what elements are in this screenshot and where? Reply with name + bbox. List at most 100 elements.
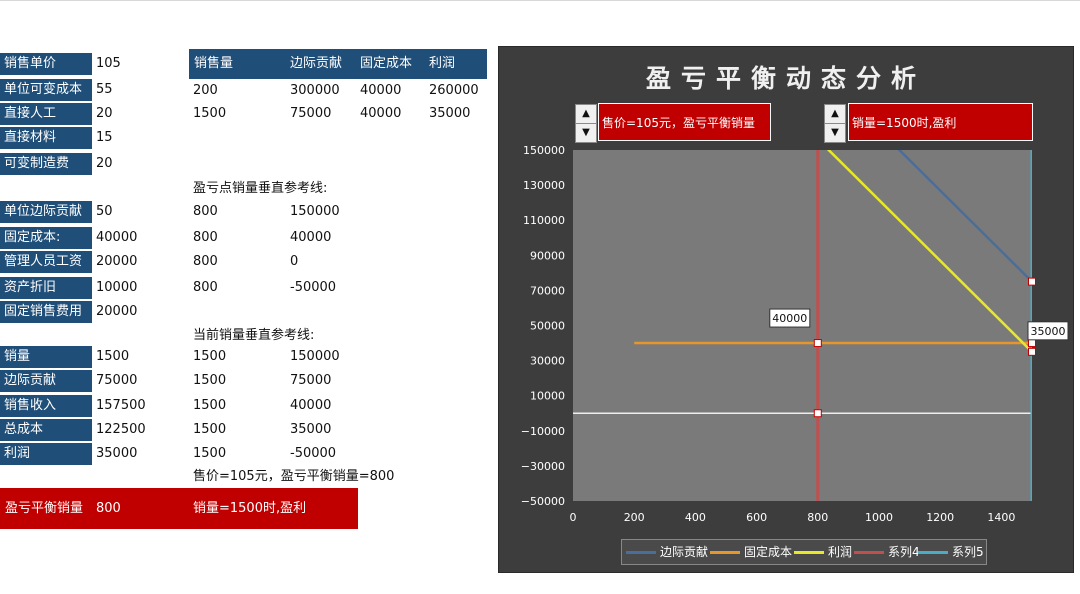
ref-amount: 35000 [290, 422, 332, 437]
table-cell: 260000 [429, 83, 479, 98]
table-cell: 300000 [290, 83, 340, 98]
breakeven-result-bar: 盈亏平衡销量 800 销量=1500时,盈利 [0, 488, 358, 529]
volume-info-box: 销量=1500时,盈利 [848, 103, 1033, 141]
x-tick-label: 600 [746, 511, 767, 524]
y-tick-label: 130000 [523, 179, 565, 192]
param-value: 122500 [96, 422, 146, 437]
y-tick-label: 50000 [530, 320, 565, 333]
param-value: 20000 [96, 304, 138, 319]
ref-amount: 75000 [290, 373, 332, 388]
top-border [0, 0, 1080, 1]
param-label: 直接人工 [0, 103, 92, 125]
param-label: 固定成本: [0, 227, 92, 249]
table-cell: 75000 [290, 106, 332, 121]
param-value: 20 [96, 106, 113, 121]
y-tick-label: −10000 [521, 425, 565, 438]
param-label: 销售单价 [0, 53, 92, 75]
profit-status: 销量=1500时,盈利 [193, 501, 307, 516]
header-sales-volume: 销售量 [194, 56, 234, 71]
volume-spin-up-button[interactable]: ▲ [824, 104, 846, 124]
ref-volume: 1500 [193, 446, 227, 461]
header-marginal-contribution: 边际贡献 [290, 56, 343, 71]
series-marker [1028, 347, 1036, 356]
price-info-box: 售价=105元，盈亏平衡销量=800 [598, 103, 771, 168]
y-tick-label: −50000 [521, 495, 565, 508]
param-value: 75000 [96, 373, 138, 388]
param-label: 固定销售费用 [0, 301, 92, 323]
table-cell: 200 [193, 83, 218, 98]
x-tick-label: 400 [685, 511, 706, 524]
summary-text: 售价=105元，盈亏平衡销量=800 [193, 469, 395, 484]
param-label: 单位边际贡献 [0, 201, 92, 223]
table-cell: 1500 [193, 106, 227, 121]
legend-item-fixed: 固定成本 [710, 540, 792, 564]
price-spin-up-button[interactable]: ▲ [575, 104, 597, 124]
ref-amount: 40000 [290, 230, 332, 245]
ref-volume: 1500 [193, 373, 227, 388]
param-label: 管理人员工资 [0, 251, 92, 273]
param-value: 20 [96, 156, 113, 171]
param-label: 利润 [0, 443, 92, 465]
breakeven-label: 盈亏平衡销量 [5, 501, 84, 516]
y-tick-label: 150000 [523, 144, 565, 157]
param-label: 销量 [0, 346, 92, 368]
param-label: 直接材料 [0, 127, 92, 149]
param-label: 可变制造费 [0, 153, 92, 175]
param-value: 55 [96, 82, 113, 97]
x-tick-label: 800 [807, 511, 828, 524]
param-value: 40000 [96, 230, 138, 245]
volume-spin-down-button[interactable]: ▼ [824, 123, 846, 143]
x-tick-label: 1400 [987, 511, 1015, 524]
legend-item-series4: 系列4 [854, 540, 920, 564]
breakeven-ref-title: 盈亏点销量垂直参考线: [193, 181, 328, 196]
ref-volume: 1500 [193, 398, 227, 413]
param-value: 10000 [96, 280, 138, 295]
ref-amount: -50000 [290, 280, 337, 295]
param-value: 15 [96, 130, 113, 145]
series-marker [813, 339, 822, 348]
x-tick-label: 1200 [926, 511, 954, 524]
ref-volume: 800 [193, 204, 218, 219]
param-value: 50 [96, 204, 113, 219]
x-tick-label: 0 [570, 511, 577, 524]
y-tick-label: 110000 [523, 214, 565, 227]
ref-volume: 800 [193, 254, 218, 269]
ref-amount: 150000 [290, 204, 340, 219]
header-profit: 利润 [429, 56, 456, 71]
ref-amount: 0 [290, 254, 299, 269]
data-label-box [1027, 321, 1069, 341]
param-label: 单位可变成本 [0, 79, 92, 101]
series-marker [1028, 339, 1036, 348]
header-fixed-cost: 固定成本 [360, 56, 413, 71]
legend-item-profit: 利润 [794, 540, 852, 564]
ref-volume: 800 [193, 280, 218, 295]
y-tick-label: 10000 [530, 390, 565, 403]
param-value: 35000 [96, 446, 138, 461]
param-value: 1500 [96, 349, 130, 364]
y-tick-label: −30000 [521, 460, 565, 473]
chart-title: 盈亏平衡动态分析 [645, 64, 926, 93]
breakeven-value: 800 [96, 501, 121, 516]
data-label-box [769, 308, 811, 328]
ref-amount: 150000 [290, 349, 340, 364]
param-value: 20000 [96, 254, 138, 269]
table-cell: 40000 [360, 106, 402, 121]
table-cell: 35000 [429, 106, 471, 121]
data-label: 35000 [1031, 325, 1066, 338]
plot-area [573, 150, 1032, 501]
param-label: 边际贡献 [0, 370, 92, 392]
series-marker [813, 409, 822, 418]
data-label: 40000 [772, 312, 807, 325]
ref-volume: 1500 [193, 349, 227, 364]
chart-legend: 边际贡献 固定成本 利润 系列4 系列5 [621, 539, 987, 565]
param-value: 105 [96, 56, 121, 71]
current-ref-title: 当前销量垂直参考线: [193, 328, 315, 343]
y-tick-label: 70000 [530, 284, 565, 297]
ref-amount: -50000 [290, 446, 337, 461]
price-spin-down-button[interactable]: ▼ [575, 123, 597, 143]
table-cell: 40000 [360, 83, 402, 98]
legend-item-marginal: 边际贡献 [626, 540, 708, 564]
y-tick-label: 30000 [530, 355, 565, 368]
breakeven-chart: 盈亏平衡动态分析 ▲ ▼ 售价=105元，盈亏平衡销量=800 ▲ ▼ 销量=1… [498, 46, 1074, 573]
x-tick-label: 200 [624, 511, 645, 524]
